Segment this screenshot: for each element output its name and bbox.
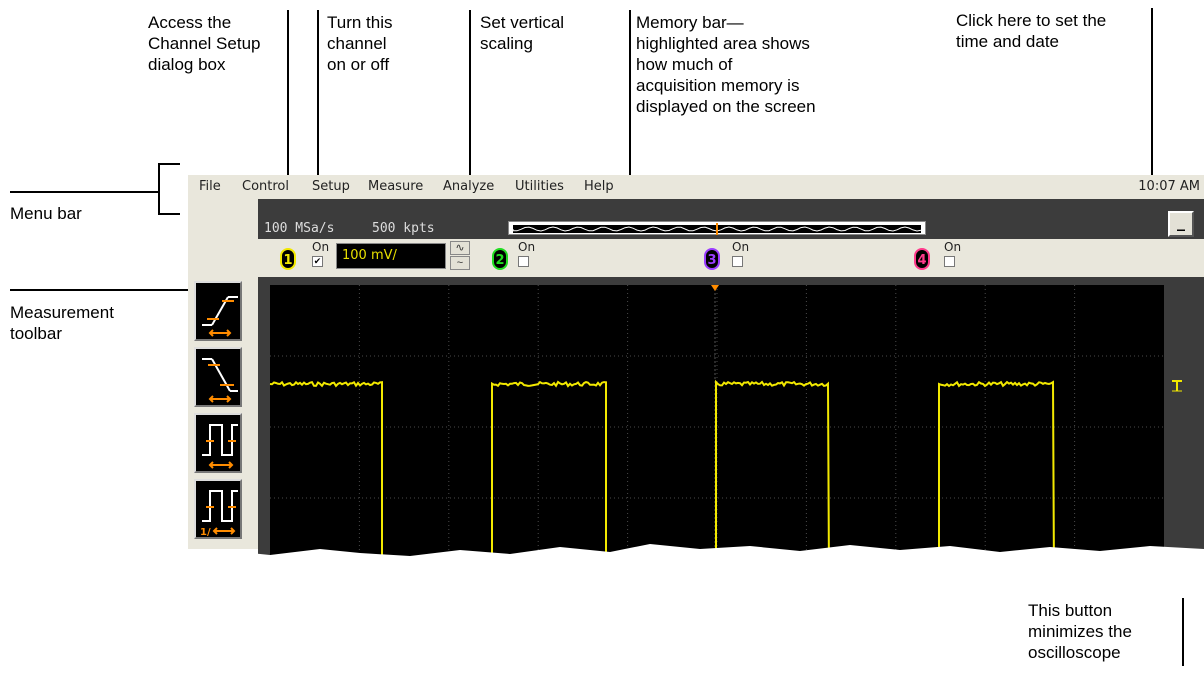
callout-vertical-scaling: Set vertical scaling <box>480 13 565 53</box>
channel-3-checkbox[interactable] <box>732 256 743 267</box>
frequency-icon: 1/ <box>200 490 238 538</box>
menu-bar: File Control Setup Measure Analyze Utili… <box>188 175 1204 199</box>
ground-reference-icon <box>1172 380 1182 392</box>
rise-time-button[interactable] <box>194 281 242 341</box>
channel-2-checkbox[interactable] <box>518 256 529 267</box>
acquisition-bar: 100 MSa/s 500 kpts _ <box>258 199 1204 239</box>
channel-3-on-label: On <box>732 240 750 254</box>
waveform-svg <box>269 285 1182 577</box>
vertical-scale-field[interactable]: 100 mV/ <box>336 243 446 269</box>
channel-4-setup-button[interactable]: 4 <box>914 248 930 270</box>
frequency-button[interactable]: 1/ <box>194 479 242 539</box>
callout-time-date: Click here to set the time and date <box>956 11 1107 51</box>
fall-time-icon <box>202 358 238 403</box>
minimize-button[interactable]: _ <box>1168 211 1194 237</box>
torn-edge <box>180 544 1204 598</box>
bracket-menu-bar-v <box>158 163 160 215</box>
callout-menu-bar: Menu bar <box>10 204 82 223</box>
memory-bar[interactable] <box>508 221 926 235</box>
channel-1-checkbox[interactable]: ✔ <box>312 256 323 267</box>
menu-help[interactable]: Help <box>584 179 614 194</box>
channel-3-setup-button[interactable]: 3 <box>704 248 720 270</box>
channel-2-on-label: On <box>518 240 536 254</box>
channel-4-checkbox[interactable] <box>944 256 955 267</box>
channel-1-setup-button[interactable]: 1 <box>280 248 296 270</box>
menu-analyze[interactable]: Analyze <box>443 179 494 194</box>
channel-controls: 1 On ✔ 100 mV/ ∿ ~ 2 On 3 On 4 On <box>258 239 1204 277</box>
rise-time-icon <box>202 296 238 337</box>
waveform-display <box>258 277 1204 577</box>
callout-memory-bar: Memory bar— highlighted area shows how m… <box>636 13 816 116</box>
bracket-menu-bar-bottom <box>158 213 180 215</box>
channel-2-setup-button[interactable]: 2 <box>492 248 508 270</box>
bracket-menu-bar-top <box>158 163 180 165</box>
channel-1-on-label: On <box>312 240 330 254</box>
period-button[interactable] <box>194 413 242 473</box>
menu-file[interactable]: File <box>199 179 221 194</box>
callout-minimize: This button minimizes the oscilloscope <box>1028 601 1132 662</box>
callout-channel-setup: Access the Channel Setup dialog box <box>148 13 261 74</box>
vertical-scale-up[interactable]: ∿ <box>450 241 470 255</box>
menu-measure[interactable]: Measure <box>368 179 423 194</box>
callout-channel-toggle: Turn this channel on or off <box>327 13 393 74</box>
menu-control[interactable]: Control <box>242 179 289 194</box>
leader-time-date <box>1151 8 1153 180</box>
clock-time[interactable]: 10:07 AM <box>1138 179 1200 194</box>
sample-rate: 100 MSa/s <box>264 221 335 236</box>
channel-4-on-label: On <box>944 240 962 254</box>
leader-measurement-toolbar <box>10 289 190 291</box>
menu-utilities[interactable]: Utilities <box>515 179 564 194</box>
memory-depth: 500 kpts <box>372 221 435 236</box>
vertical-scale-down[interactable]: ~ <box>450 256 470 270</box>
period-icon <box>202 424 238 469</box>
memory-waveform-icon <box>512 223 922 235</box>
measurement-toolbar: 1/ <box>188 199 258 549</box>
callout-measurement-toolbar: Measurement toolbar <box>10 303 114 343</box>
leader-menu-bar-h <box>10 191 158 193</box>
frequency-label: 1/ <box>200 527 211 538</box>
fall-time-button[interactable] <box>194 347 242 407</box>
menu-setup[interactable]: Setup <box>312 179 350 194</box>
